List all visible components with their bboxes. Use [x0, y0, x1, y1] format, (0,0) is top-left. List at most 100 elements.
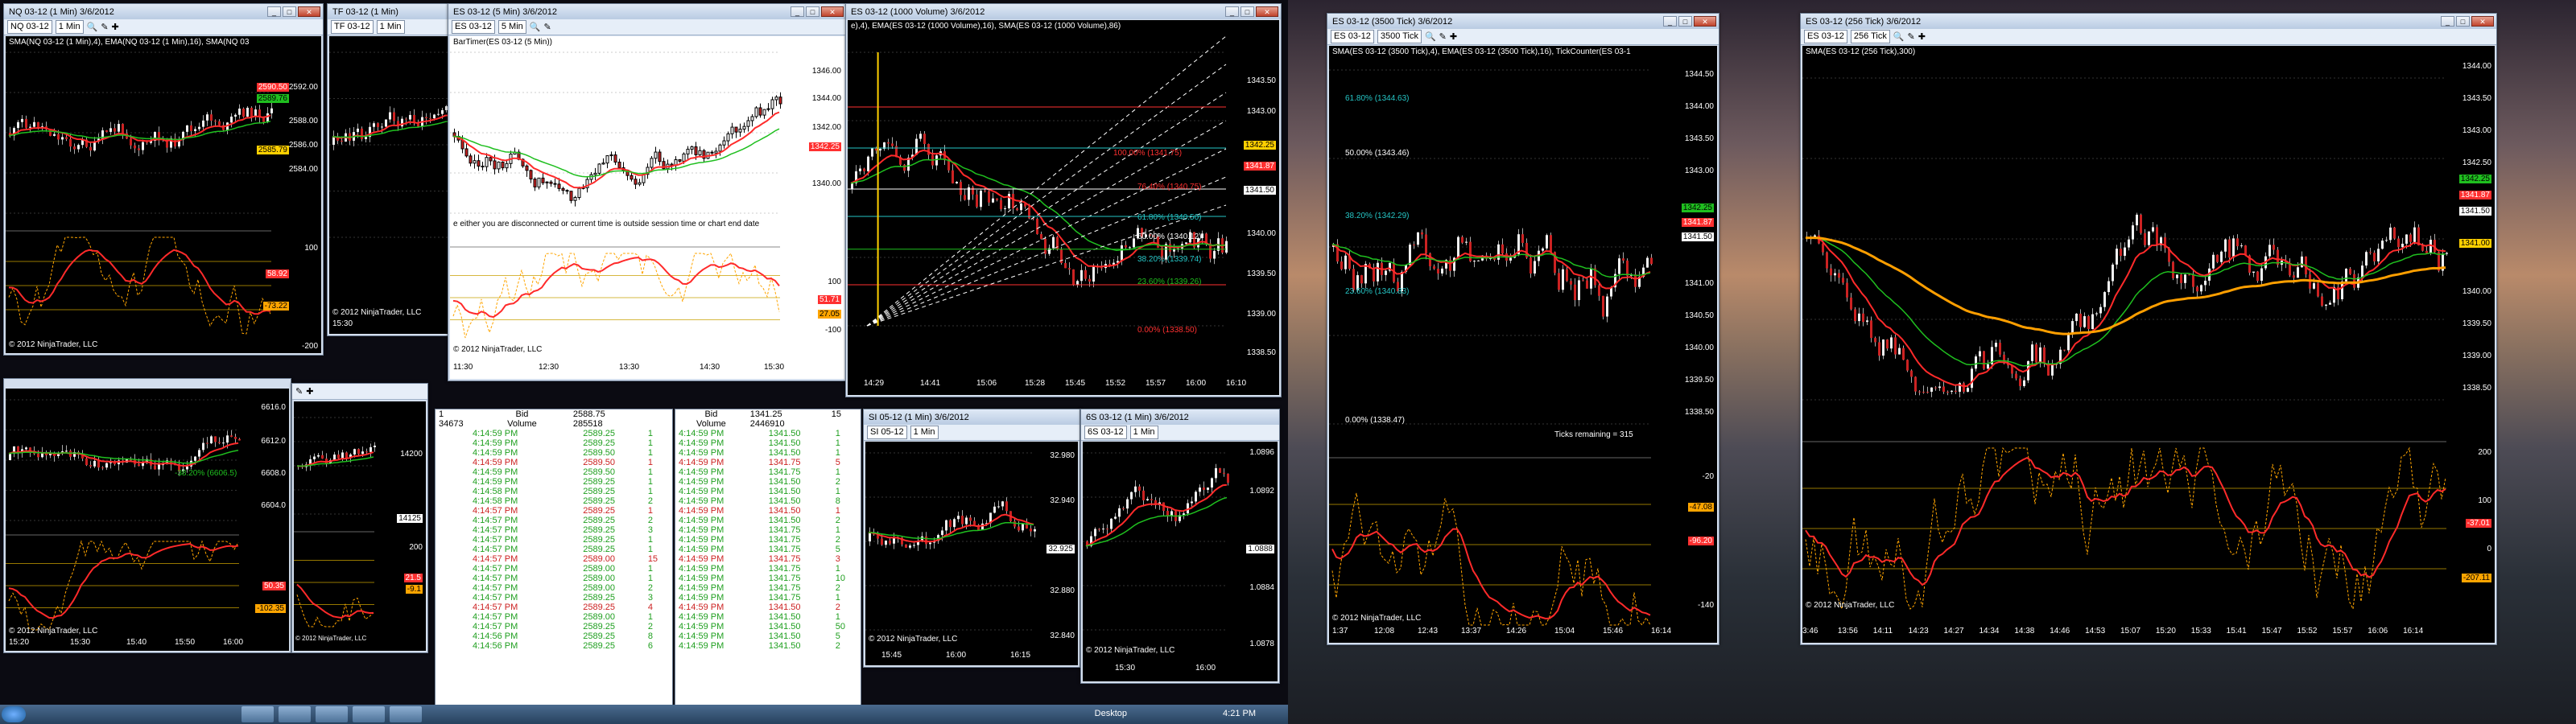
desktop-toolbar-label[interactable]: Desktop: [1095, 709, 1127, 718]
osc-tag: -102.35: [255, 604, 286, 613]
draw-tool-icon[interactable]: ✎: [1908, 31, 1915, 42]
minimize-icon[interactable]: _: [2441, 16, 2454, 27]
close-icon[interactable]: ✕: [298, 6, 320, 17]
zoom-in-icon[interactable]: 🔍: [1425, 31, 1436, 42]
window-titlebar[interactable]: ES 03-12 (1000 Volume) 3/6/2012 _ □ ✕: [846, 4, 1281, 19]
candle-body: [266, 113, 269, 122]
interval-selector[interactable]: 1 Min: [55, 20, 84, 34]
close-icon[interactable]: ✕: [1694, 16, 1716, 27]
maximize-icon[interactable]: □: [2456, 16, 2470, 27]
window-titlebar[interactable]: NQ 03-12 (1 Min) 3/6/2012 _ □ ✕: [4, 4, 323, 19]
candle-body: [1044, 238, 1046, 254]
ema-line: [1806, 237, 2446, 388]
candle-body: [65, 137, 68, 139]
candle-body: [1056, 237, 1059, 250]
chart-window-nq-1min[interactable]: NQ 03-12 (1 Min) 3/6/2012 _ □ ✕ NQ 03-12 1…: [3, 3, 324, 356]
draw-tool-icon[interactable]: ✎: [543, 22, 551, 32]
window-title: 6S 03-12 (1 Min) 3/6/2012: [1086, 412, 1189, 422]
instrument-selector[interactable]: SI 05-12: [867, 426, 907, 439]
interval-selector[interactable]: 1 Min: [1129, 426, 1158, 439]
candle-body: [29, 126, 31, 128]
close-icon[interactable]: ✕: [1256, 6, 1278, 17]
instrument-selector[interactable]: ES 03-12: [1804, 30, 1847, 43]
interval-selector[interactable]: 1 Min: [376, 20, 405, 34]
chart-plot-area[interactable]: BarTimer(ES 03-12 (5 Min)) e either you …: [450, 36, 844, 379]
instrument-selector[interactable]: 6S 03-12: [1084, 426, 1127, 439]
chart-window-6s-1min[interactable]: 6S 03-12 (1 Min) 3/6/2012 6S 03-12 1 Min…: [1080, 409, 1280, 684]
minimize-icon[interactable]: _: [791, 6, 804, 17]
crosshair-icon[interactable]: ✚: [1918, 31, 1926, 42]
tas-price: 2589.00: [583, 574, 616, 583]
tas-size: 5: [835, 545, 840, 554]
interval-selector[interactable]: 3500 Tick: [1377, 30, 1422, 43]
chart-plot-area[interactable]: SMA(ES 03-12 (3500 Tick),4), EMA(ES 03-1…: [1329, 46, 1717, 643]
chart-window-es-256tick[interactable]: ES 03-12 (256 Tick) 3/6/2012 _ □ ✕ ES 03-1…: [1800, 13, 2497, 645]
chart-window-es-1000vol[interactable]: ES 03-12 (1000 Volume) 3/6/2012 _ □ ✕ e),4…: [845, 3, 1282, 397]
start-button[interactable]: [2, 706, 26, 722]
system-clock[interactable]: 4:21 PM: [1223, 709, 1256, 718]
candle-body: [21, 118, 23, 122]
chart-plot-area[interactable]: 1.0896 1.0892 1.0888 1.0884 1.0878 © 201…: [1083, 442, 1278, 681]
minimize-icon[interactable]: _: [267, 6, 281, 17]
chart-window-es-5min[interactable]: ES 03-12 (5 Min) 3/6/2012 _ □ ✕ ES 03-12 5…: [448, 3, 847, 381]
window-titlebar[interactable]: ES 03-12 (5 Min) 3/6/2012 _ □ ✕: [448, 4, 846, 19]
window-titlebar[interactable]: 6S 03-12 (1 Min) 3/6/2012: [1081, 409, 1279, 425]
time-axis-label: 14:26: [1506, 627, 1527, 636]
draw-tool-icon[interactable]: ✎: [1439, 31, 1447, 42]
taskbar-app-button[interactable]: [242, 706, 274, 722]
window-titlebar[interactable]: ES 03-12 (256 Tick) 3/6/2012 _ □ ✕: [1801, 14, 2496, 29]
candle-body: [361, 128, 363, 139]
crosshair-icon[interactable]: ✚: [1450, 31, 1457, 42]
zoom-in-icon[interactable]: 🔍: [1893, 31, 1905, 42]
zoom-in-icon[interactable]: 🔍: [87, 22, 98, 32]
chart-window-nq-lower[interactable]: 6616.0 6612.0 6608.0 6604.0 -38.20% (660…: [3, 378, 291, 653]
candle-body: [1223, 472, 1225, 474]
taskbar-app-button[interactable]: [316, 706, 348, 722]
time-and-sales-es[interactable]: Bid 1341.25 15 Volume 2446910 4:14:59 PM…: [675, 409, 861, 706]
crosshair-icon[interactable]: ✚: [306, 386, 313, 397]
tas-price: 2589.25: [583, 622, 616, 631]
instrument-selector[interactable]: TF 03-12: [331, 20, 374, 34]
close-icon[interactable]: ✕: [821, 6, 844, 17]
candle-body: [1906, 360, 1909, 371]
instrument-selector[interactable]: NQ 03-12: [7, 20, 52, 34]
maximize-icon[interactable]: □: [1241, 6, 1254, 17]
instrument-selector[interactable]: ES 03-12: [1331, 30, 1374, 43]
chart-plot-area[interactable]: 14200 14125 200 21.5 -9.1 © 2012 NinjaTr…: [294, 401, 426, 651]
candle-body: [1146, 499, 1149, 500]
candle-body: [553, 183, 557, 185]
interval-selector[interactable]: 5 Min: [497, 20, 526, 34]
time-and-sales-nq[interactable]: 1 Bid 2588.75 34673 Volume 285518 4:14:5…: [435, 409, 673, 706]
instrument-selector[interactable]: ES 03-12: [452, 20, 495, 34]
chart-plot-area[interactable]: SMA(ES 03-12 (256 Tick),300) 1344.00 134…: [1802, 46, 2495, 643]
taskbar-app-button[interactable]: [353, 706, 385, 722]
chart-window-es-3500tick[interactable]: ES 03-12 (3500 Tick) 3/6/2012 _ □ ✕ ES 03-…: [1327, 13, 1719, 645]
maximize-icon[interactable]: □: [283, 6, 296, 17]
minimize-icon[interactable]: _: [1225, 6, 1239, 17]
chart-plot-area[interactable]: SMA(NQ 03-12 (1 Min),4), EMA(NQ 03-12 (1…: [6, 36, 321, 353]
window-titlebar[interactable]: SI 05-12 (1 Min) 3/6/2012: [864, 409, 1080, 425]
chart-plot-area[interactable]: 6616.0 6612.0 6608.0 6604.0 -38.20% (660…: [6, 389, 289, 651]
maximize-icon[interactable]: □: [806, 6, 819, 17]
chart-window-small[interactable]: ✎ ✚ 14200 14125 200 21.5 -9.1 © 2012 Ninj…: [291, 383, 428, 653]
candle-body: [2031, 344, 2033, 361]
taskbar-app-button[interactable]: [390, 706, 422, 722]
price-axis-label: 2584.00: [288, 165, 318, 174]
chart-window-si-1min[interactable]: SI 05-12 (1 Min) 3/6/2012 SI 05-12 1 Min…: [863, 409, 1080, 668]
interval-selector[interactable]: 256 Tick: [1850, 30, 1890, 43]
taskbar-app-button[interactable]: [279, 706, 311, 722]
draw-tool-icon[interactable]: ✎: [101, 22, 108, 32]
minimize-icon[interactable]: _: [1663, 16, 1677, 27]
draw-tool-icon[interactable]: ✎: [295, 386, 303, 397]
window-titlebar[interactable]: ES 03-12 (3500 Tick) 3/6/2012 _ □ ✕: [1327, 14, 1719, 29]
tas-col0b: 34673: [439, 419, 464, 429]
candle-body: [377, 123, 379, 127]
interval-selector[interactable]: 1 Min: [910, 426, 939, 439]
maximize-icon[interactable]: □: [1678, 16, 1692, 27]
close-icon[interactable]: ✕: [2471, 16, 2494, 27]
chart-plot-area[interactable]: 32.980 32.940 32.925 32.880 32.840 © 201…: [865, 442, 1078, 665]
candle-body: [1076, 281, 1079, 286]
zoom-in-icon[interactable]: 🔍: [530, 22, 541, 32]
crosshair-icon[interactable]: ✚: [112, 22, 119, 32]
chart-plot-area[interactable]: e),4), EMA(ES 03-12 (1000 Volume),16), S…: [848, 20, 1279, 395]
